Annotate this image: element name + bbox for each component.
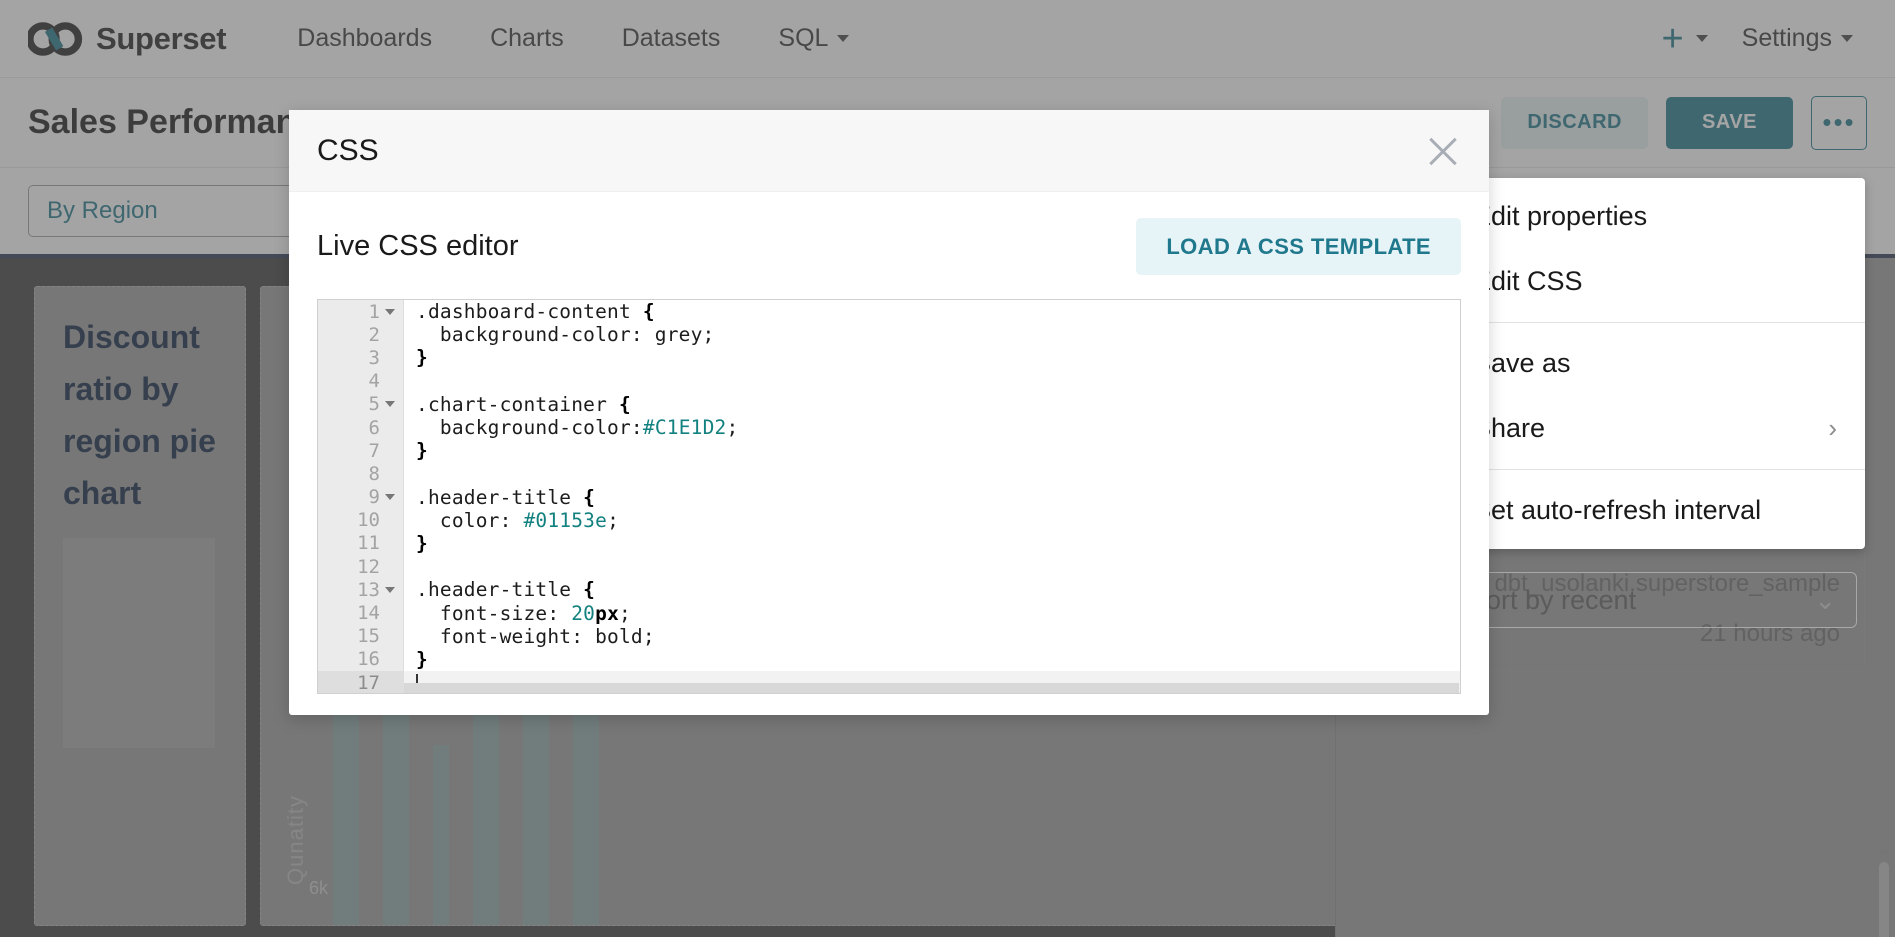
code-text: } [416,439,428,463]
code-line[interactable]: 5 .chart-container { [318,392,1460,416]
code-text: font-size: 20px; [416,601,631,625]
line-number: 1 [318,300,404,324]
code-line[interactable]: 15 font-weight: bold; [318,624,1460,648]
line-number: 17 [318,671,404,693]
code-text: background-color: grey; [416,323,715,347]
editor-header: Live CSS editor LOAD A CSS TEMPLATE [317,218,1461,275]
fold-triangle-icon[interactable] [385,308,395,315]
code-line[interactable]: 6 background-color:#C1E1D2; [318,415,1460,440]
code-line[interactable]: 16} [318,647,1460,671]
line-number: 6 [318,415,404,440]
css-modal: CSS Live CSS editor LOAD A CSS TEMPLATE … [289,110,1489,715]
menu-item-auto-refresh-label: Set auto-refresh interval [1473,495,1762,525]
code-text: } [416,346,428,370]
code-line[interactable]: 10 color: #01153e; [318,508,1460,532]
editor-horizontal-scrollbar[interactable] [404,683,1459,693]
line-number: 14 [318,601,404,625]
line-number: 8 [318,462,404,486]
code-text: background-color:#C1E1D2; [416,416,739,440]
line-number: 2 [318,323,404,347]
load-css-template-button[interactable]: LOAD A CSS TEMPLATE [1136,218,1461,275]
sort-by-select[interactable]: Sort by recent ⌄ [1447,572,1857,628]
close-icon[interactable] [1425,133,1461,169]
code-text: .dashboard-content { [416,300,655,324]
modal-header: CSS [289,110,1489,192]
code-line[interactable]: 9 .header-title { [318,485,1460,509]
chevron-right-icon: › [1828,413,1837,443]
line-number: 10 [318,508,404,532]
modal-body: Live CSS editor LOAD A CSS TEMPLATE 1 .da… [289,192,1489,715]
line-number: 11 [318,531,404,556]
line-number: 3 [318,346,404,370]
sort-by-select-value: Sort by recent [1468,584,1637,615]
menu-divider [1445,469,1865,470]
fold-triangle-icon[interactable] [385,401,395,408]
chevron-down-icon: ⌄ [1814,584,1836,615]
menu-item-share[interactable]: Share › [1445,396,1865,461]
code-text: .header-title { [416,578,596,602]
menu-item-save-as[interactable]: Save as [1445,331,1865,396]
editor-title: Live CSS editor [317,230,519,262]
menu-item-edit-properties-label: Edit properties [1473,201,1648,231]
line-number: 5 [318,392,404,416]
code-line[interactable]: 11} [318,531,1460,556]
fold-triangle-icon[interactable] [385,494,395,501]
code-line[interactable]: 1 .dashboard-content { [318,300,1460,324]
code-text: .header-title { [416,485,596,509]
code-line[interactable]: 13 .header-title { [318,578,1460,602]
code-lines: 1 .dashboard-content {2 background-color:… [318,300,1460,693]
code-line[interactable]: 12 [318,555,1460,579]
code-line[interactable]: 7} [318,439,1460,463]
code-text: color: #01153e; [416,508,620,532]
code-text: } [416,647,428,671]
menu-divider [1445,322,1865,323]
code-line[interactable]: 4 [318,369,1460,393]
fold-triangle-icon[interactable] [385,586,395,593]
code-line[interactable]: 3} [318,346,1460,370]
code-text: } [416,531,428,555]
menu-item-auto-refresh[interactable]: Set auto-refresh interval [1445,478,1865,543]
line-number: 15 [318,624,404,648]
css-code-editor[interactable]: 1 .dashboard-content {2 background-color:… [317,299,1461,694]
menu-item-edit-properties[interactable]: Edit properties [1445,184,1865,249]
code-line[interactable]: 2 background-color: grey; [318,323,1460,347]
line-number: 9 [318,485,404,509]
modal-title: CSS [317,133,379,167]
code-line[interactable]: 8 [318,462,1460,486]
line-number: 16 [318,647,404,671]
screen: Superset Dashboards Charts Datasets SQL … [0,0,1895,937]
menu-item-edit-css[interactable]: Edit CSS [1445,249,1865,314]
menu-item-edit-css-label: Edit CSS [1473,266,1583,296]
code-text: font-weight: bold; [416,624,655,648]
code-text: .chart-container { [416,392,631,416]
line-number: 12 [318,555,404,579]
line-number: 7 [318,439,404,463]
line-number: 4 [318,369,404,393]
line-number: 13 [318,578,404,602]
dashboard-more-menu: Edit properties Edit CSS Save as Share ›… [1445,178,1865,549]
code-line[interactable]: 14 font-size: 20px; [318,601,1460,625]
